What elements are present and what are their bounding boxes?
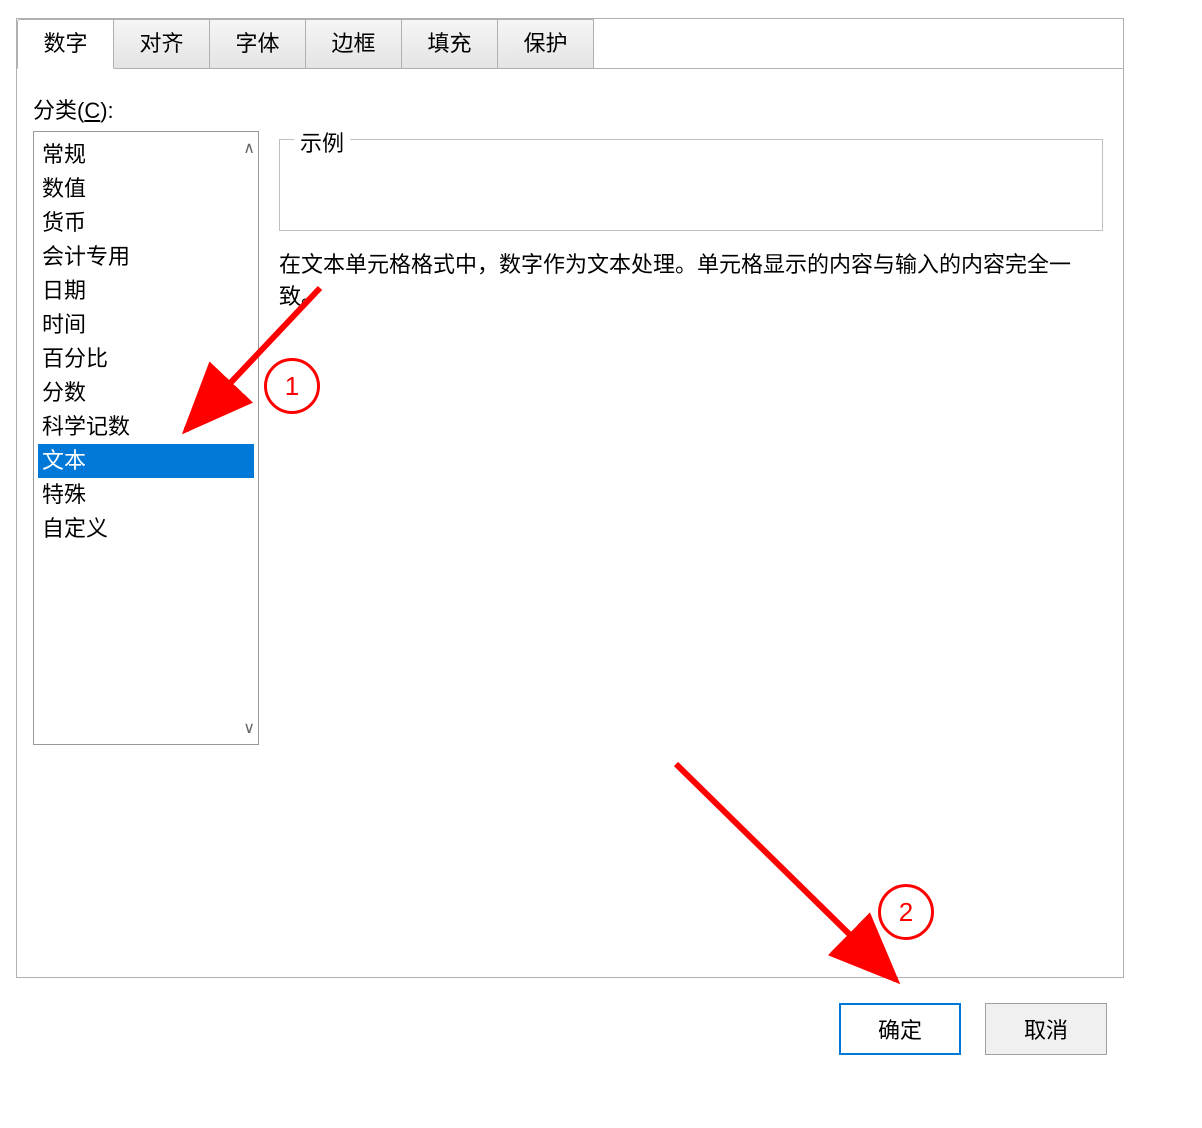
- cancel-button[interactable]: 取消: [985, 1003, 1107, 1055]
- right-pane: 示例 在文本单元格格式中，数字作为文本处理。单元格显示的内容与输入的内容完全一致…: [279, 131, 1103, 745]
- tab-number[interactable]: 数字: [17, 19, 114, 69]
- category-item-scientific[interactable]: 科学记数: [38, 410, 254, 444]
- scroll-down-icon[interactable]: ∨: [243, 718, 255, 738]
- tab-protection[interactable]: 保护: [497, 19, 594, 69]
- category-label-hotkey: C: [84, 98, 100, 123]
- format-description: 在文本单元格格式中，数字作为文本处理。单元格显示的内容与输入的内容完全一致。: [279, 249, 1103, 313]
- category-item-percentage[interactable]: 百分比: [38, 342, 254, 376]
- tab-alignment[interactable]: 对齐: [113, 19, 210, 69]
- tab-font[interactable]: 字体: [209, 19, 306, 69]
- category-item-general[interactable]: 常规: [38, 138, 254, 172]
- ok-button[interactable]: 确定: [839, 1003, 961, 1055]
- main-layout: ∧ 常规 数值 货币 会计专用 日期 时间 百分比 分数 科学记数 文本 特殊 …: [33, 131, 1103, 745]
- category-item-date[interactable]: 日期: [38, 274, 254, 308]
- category-label: 分类(C):: [33, 93, 1103, 125]
- category-label-suffix: ):: [100, 98, 113, 123]
- category-label-prefix: 分类(: [33, 98, 84, 123]
- sample-groupbox: 示例: [279, 139, 1103, 231]
- category-item-special[interactable]: 特殊: [38, 478, 254, 512]
- category-item-accounting[interactable]: 会计专用: [38, 240, 254, 274]
- category-listbox[interactable]: ∧ 常规 数值 货币 会计专用 日期 时间 百分比 分数 科学记数 文本 特殊 …: [33, 131, 259, 745]
- category-item-text[interactable]: 文本: [38, 444, 254, 478]
- category-item-fraction[interactable]: 分数: [38, 376, 254, 410]
- sample-label: 示例: [294, 126, 350, 158]
- tab-border[interactable]: 边框: [305, 19, 402, 69]
- tabs-bar: 数字 对齐 字体 边框 填充 保护: [17, 19, 594, 69]
- dialog-buttons: 确定 取消: [839, 1003, 1107, 1055]
- tab-fill[interactable]: 填充: [401, 19, 498, 69]
- tab-content-number: 分类(C): ∧ 常规 数值 货币 会计专用 日期 时间 百分比 分数 科学记数…: [17, 68, 1123, 977]
- scroll-up-icon[interactable]: ∧: [243, 138, 255, 158]
- category-item-number[interactable]: 数值: [38, 172, 254, 206]
- category-item-custom[interactable]: 自定义: [38, 512, 254, 546]
- category-item-time[interactable]: 时间: [38, 308, 254, 342]
- format-cells-dialog: 数字 对齐 字体 边框 填充 保护 分类(C): ∧ 常规 数值 货币 会计专用…: [16, 18, 1124, 978]
- category-item-currency[interactable]: 货币: [38, 206, 254, 240]
